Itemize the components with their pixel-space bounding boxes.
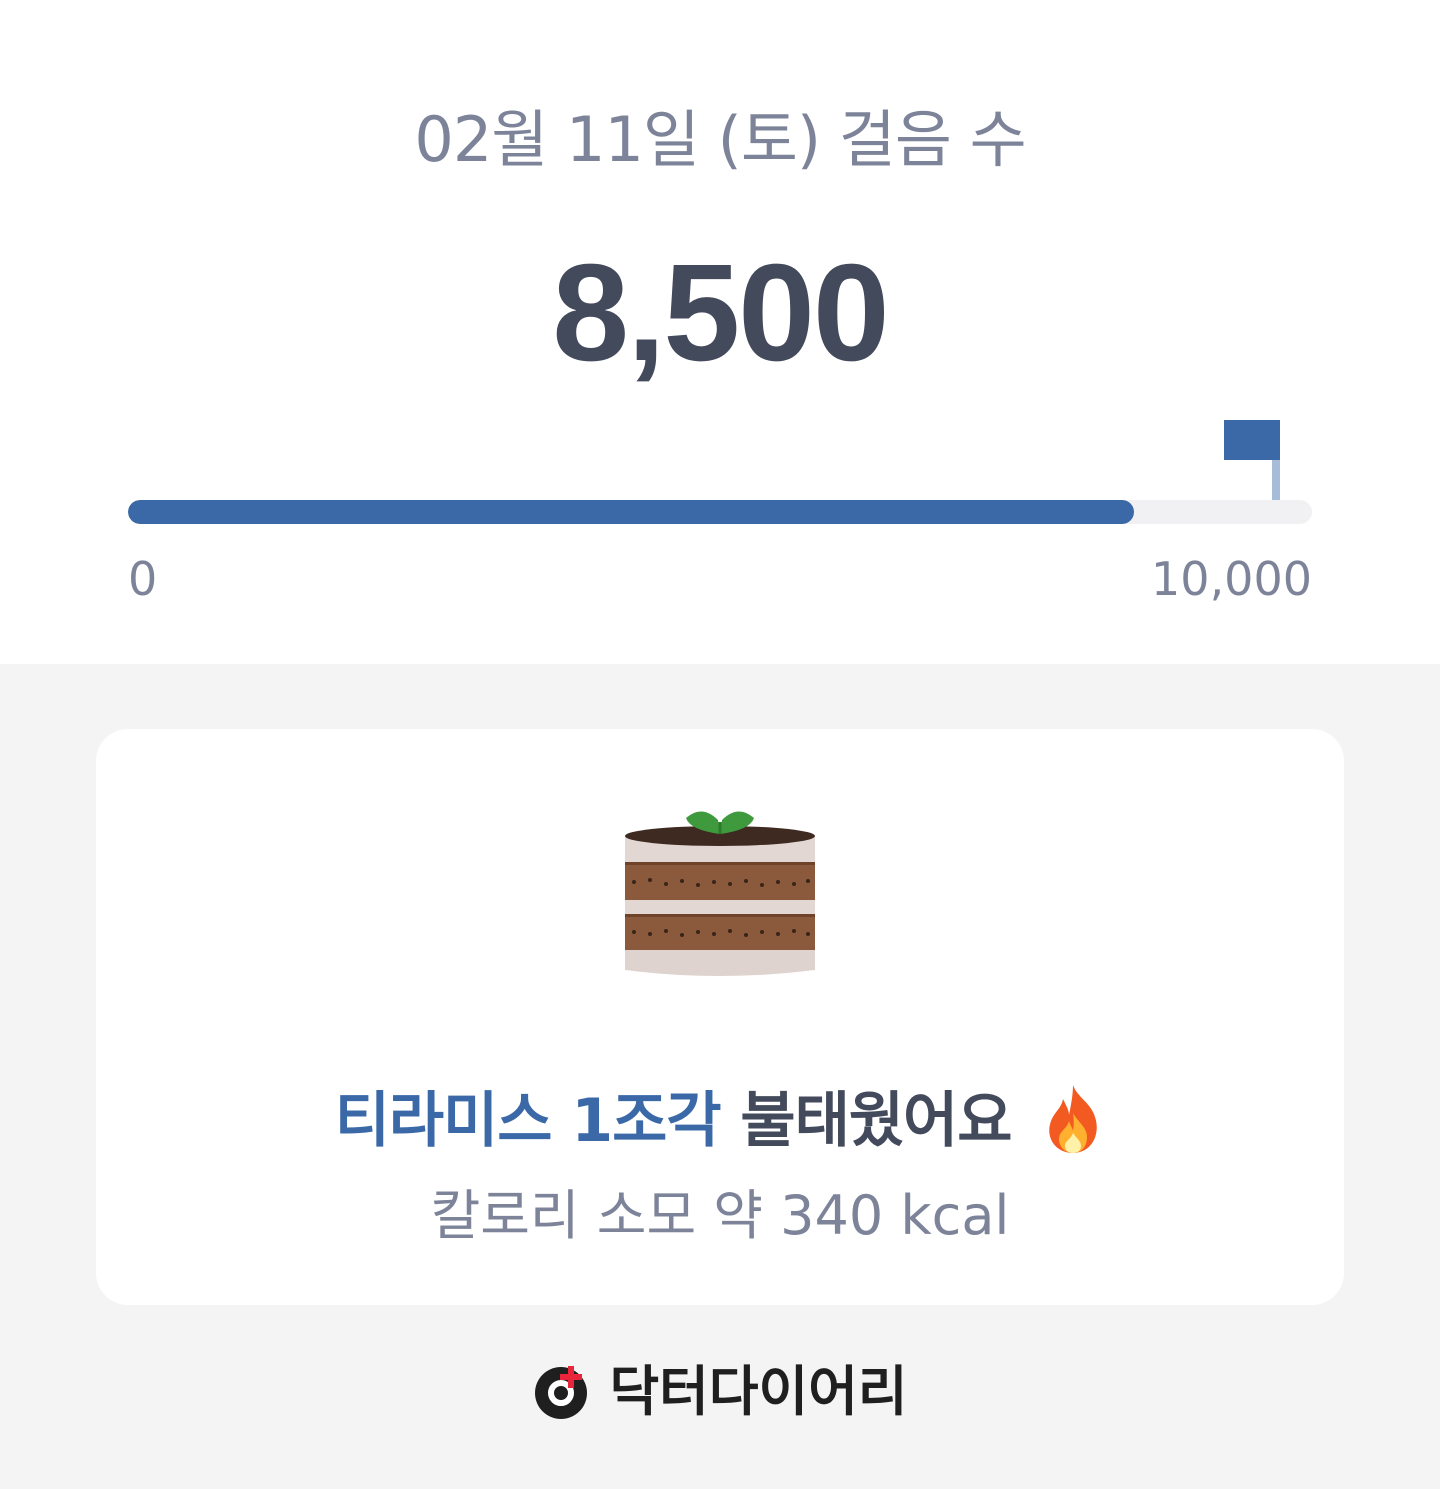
progress-max-label: 10,000 bbox=[1151, 552, 1312, 606]
brand-name: 닥터다이어리 bbox=[609, 1360, 908, 1423]
steps-progress-bar bbox=[128, 500, 1312, 524]
brand-footer: 닥터다이어리 bbox=[0, 1357, 1440, 1427]
burn-headline: 티라미스 1조각 불태웠어요 bbox=[96, 1083, 1344, 1157]
step-count: 8,500 bbox=[552, 236, 889, 390]
flag-pole bbox=[1272, 460, 1280, 500]
calorie-text: 칼로리 소모 약 340 kcal bbox=[430, 1184, 1010, 1247]
fire-icon bbox=[1049, 1085, 1098, 1153]
flag-cloth bbox=[1224, 420, 1280, 460]
steps-progress-fill bbox=[128, 500, 1135, 524]
goal-flag-icon bbox=[1224, 420, 1284, 502]
date-steps-title: 02월 11일 (토) 걸음 수 bbox=[414, 103, 1026, 176]
burn-text: 불태웠어요 bbox=[740, 1086, 1012, 1156]
tiramisu-cake-icon bbox=[625, 811, 815, 976]
brand-logo-icon bbox=[535, 1366, 588, 1419]
progress-min-label: 0 bbox=[128, 552, 158, 606]
steps-summary-panel: 02월 11일 (토) 걸음 수 8,500 0 10,000 bbox=[0, 0, 1440, 664]
food-text: 티라미스 1조각 bbox=[334, 1086, 722, 1156]
